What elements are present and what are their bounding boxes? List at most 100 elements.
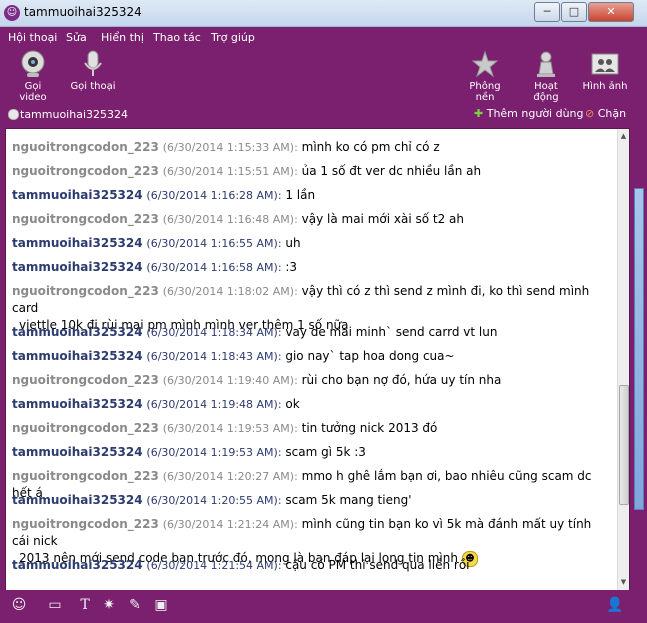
scrollbar-thumb[interactable]: [619, 385, 629, 505]
chat-message: tammuoihai325324 (6/30/2014 1:19:48 AM):…: [12, 396, 612, 413]
message-sender: nguoitrongcodon_223: [12, 284, 159, 298]
share-icon[interactable]: ▣: [152, 596, 170, 614]
chat-message: tammuoihai325324 (6/30/2014 1:21:54 AM):…: [12, 557, 612, 574]
message-timestamp: (6/30/2014 1:19:53 AM):: [162, 422, 298, 435]
message-text: :3: [285, 260, 298, 274]
message-sender: nguoitrongcodon_223: [12, 212, 159, 226]
menu-help[interactable]: Trợ giúp: [211, 31, 255, 44]
block-button[interactable]: ⊘ Chặn: [585, 107, 626, 120]
message-sender: tammuoihai325324: [12, 349, 143, 363]
menu-bar: Hội thoại Sửa Hiển thị Thao tác Trợ giúp: [0, 27, 647, 49]
minimize-button[interactable]: ─: [534, 2, 560, 22]
menu-view[interactable]: Hiển thị: [101, 31, 144, 44]
contact-name: tammuoihai325324: [20, 108, 129, 121]
attachment-icon[interactable]: ✎: [126, 596, 144, 614]
message-text: gio nay` tap hoa dong cua~: [285, 349, 455, 363]
message-text: scam 5k mang tieng': [285, 493, 412, 507]
message-sender: tammuoihai325324: [12, 445, 143, 459]
close-button[interactable]: ✕: [588, 2, 634, 22]
menu-conversation[interactable]: Hội thoại: [8, 31, 57, 44]
theme-icon: [470, 49, 500, 79]
presence-icon: [8, 109, 19, 120]
message-text: mình ko có pm chỉ có z: [301, 140, 440, 154]
message-timestamp: (6/30/2014 1:18:34 AM):: [146, 326, 282, 339]
chess-knight-icon: [531, 49, 561, 79]
avatar-button[interactable]: Hình ảnh: [582, 49, 628, 92]
message-timestamp: (6/30/2014 1:16:55 AM):: [146, 237, 282, 250]
message-sender: tammuoihai325324: [12, 558, 143, 572]
emoticon-icon[interactable]: ☺: [10, 596, 28, 614]
chat-message: nguoitrongcodon_223 (6/30/2014 1:19:53 A…: [12, 420, 612, 437]
message-timestamp: (6/30/2014 1:15:51 AM):: [162, 165, 298, 178]
chat-bubble-icon[interactable]: ▭: [46, 596, 64, 614]
message-text: scam gì 5k :3: [285, 445, 366, 459]
chat-message: nguoitrongcodon_223 (6/30/2014 1:15:33 A…: [12, 139, 612, 156]
microphone-icon: [78, 49, 108, 79]
message-timestamp: (6/30/2014 1:15:33 AM):: [162, 141, 298, 154]
chat-message: tammuoihai325324 (6/30/2014 1:16:58 AM):…: [12, 259, 612, 276]
message-sender: tammuoihai325324: [12, 325, 143, 339]
activity-label: Hoạt động: [533, 81, 559, 103]
contact-status-row: tammuoihai325324 ✚ Thêm người dùng ⊘ Chặ…: [0, 104, 647, 126]
buzz-icon[interactable]: ✷: [100, 596, 118, 614]
avatar-icon: [590, 49, 620, 79]
video-call-button[interactable]: Gọi video: [10, 49, 56, 103]
block-label: Chặn: [597, 107, 627, 120]
menu-actions[interactable]: Thao tác: [153, 31, 201, 44]
contact-info-icon[interactable]: 👤: [606, 596, 624, 614]
video-call-label: Gọi video: [19, 81, 47, 103]
message-timestamp: (6/30/2014 1:18:02 AM):: [162, 285, 298, 298]
add-user-button[interactable]: ✚ Thêm người dùng: [474, 107, 584, 120]
theme-label: Phông nền: [469, 81, 501, 103]
message-timestamp: (6/30/2014 1:16:48 AM):: [162, 213, 298, 226]
maximize-button[interactable]: □: [561, 2, 587, 22]
scroll-up-icon[interactable]: ▲: [619, 131, 628, 141]
chat-message: tammuoihai325324 (6/30/2014 1:16:55 AM):…: [12, 235, 612, 252]
message-timestamp: (6/30/2014 1:16:28 AM):: [146, 189, 282, 202]
message-sender: tammuoihai325324: [12, 236, 143, 250]
message-text: ủa 1 số đt ver dc nhiều lần ah: [301, 164, 482, 178]
message-sender: tammuoihai325324: [12, 493, 143, 507]
avatar-label: Hình ảnh: [582, 81, 628, 92]
chat-message: tammuoihai325324 (6/30/2014 1:18:43 AM):…: [12, 348, 612, 365]
menu-edit[interactable]: Sửa: [66, 31, 87, 44]
side-splitter[interactable]: [634, 188, 644, 510]
block-icon: ⊘: [585, 107, 595, 120]
message-timestamp: (6/30/2014 1:20:27 AM):: [162, 470, 298, 483]
format-toolbar: ☺ ▭ T ✷ ✎ ▣ 👤: [0, 590, 647, 623]
message-text: rùi cho bạn nợ đó, hứa uy tín nha: [301, 373, 502, 387]
webcam-icon: [18, 49, 48, 79]
message-sender: nguoitrongcodon_223: [12, 421, 159, 435]
message-text: uh: [285, 236, 301, 250]
chat-message: nguoitrongcodon_223 (6/30/2014 1:19:40 A…: [12, 372, 612, 389]
message-timestamp: (6/30/2014 1:18:43 AM):: [146, 350, 282, 363]
chat-message: tammuoihai325324 (6/30/2014 1:19:53 AM):…: [12, 444, 612, 461]
message-sender: tammuoihai325324: [12, 188, 143, 202]
message-timestamp: (6/30/2014 1:16:58 AM):: [146, 261, 282, 274]
message-text: vay de mai minh` send carrd vt lun: [285, 325, 498, 339]
theme-button[interactable]: Phông nền: [460, 49, 510, 103]
chat-message: tammuoihai325324 (6/30/2014 1:16:28 AM):…: [12, 187, 612, 204]
message-sender: nguoitrongcodon_223: [12, 469, 159, 483]
side-strip: [631, 128, 647, 589]
voice-call-button[interactable]: Gọi thoại: [70, 49, 116, 92]
chat-message: nguoitrongcodon_223 (6/30/2014 1:15:51 A…: [12, 163, 612, 180]
text-format-icon[interactable]: T: [76, 596, 94, 614]
scrollbar[interactable]: ▲ ▼: [617, 129, 629, 590]
message-timestamp: (6/30/2014 1:19:40 AM):: [162, 374, 298, 387]
message-timestamp: (6/30/2014 1:21:24 AM):: [162, 518, 298, 531]
message-sender: nguoitrongcodon_223: [12, 164, 159, 178]
yahoo-messenger-icon: ☺: [4, 5, 20, 21]
message-text: cậu có PM thì send qua liền rồi: [285, 558, 470, 572]
activity-button[interactable]: Hoạt động: [521, 49, 571, 103]
message-text: tin tưởng nick 2013 đó: [301, 421, 438, 435]
window-title: tammuoihai325324: [24, 5, 142, 19]
scroll-down-icon[interactable]: ▼: [619, 577, 628, 587]
message-timestamp: (6/30/2014 1:19:53 AM):: [146, 446, 282, 459]
chat-message: tammuoihai325324 (6/30/2014 1:20:55 AM):…: [12, 492, 612, 509]
chat-history[interactable]: nguoitrongcodon_223 (6/30/2014 1:15:33 A…: [5, 128, 630, 591]
add-user-label: Thêm người dùng: [486, 107, 584, 120]
chat-message: tammuoihai325324 (6/30/2014 1:18:34 AM):…: [12, 324, 612, 341]
plus-icon: ✚: [474, 107, 484, 120]
message-sender: nguoitrongcodon_223: [12, 373, 159, 387]
